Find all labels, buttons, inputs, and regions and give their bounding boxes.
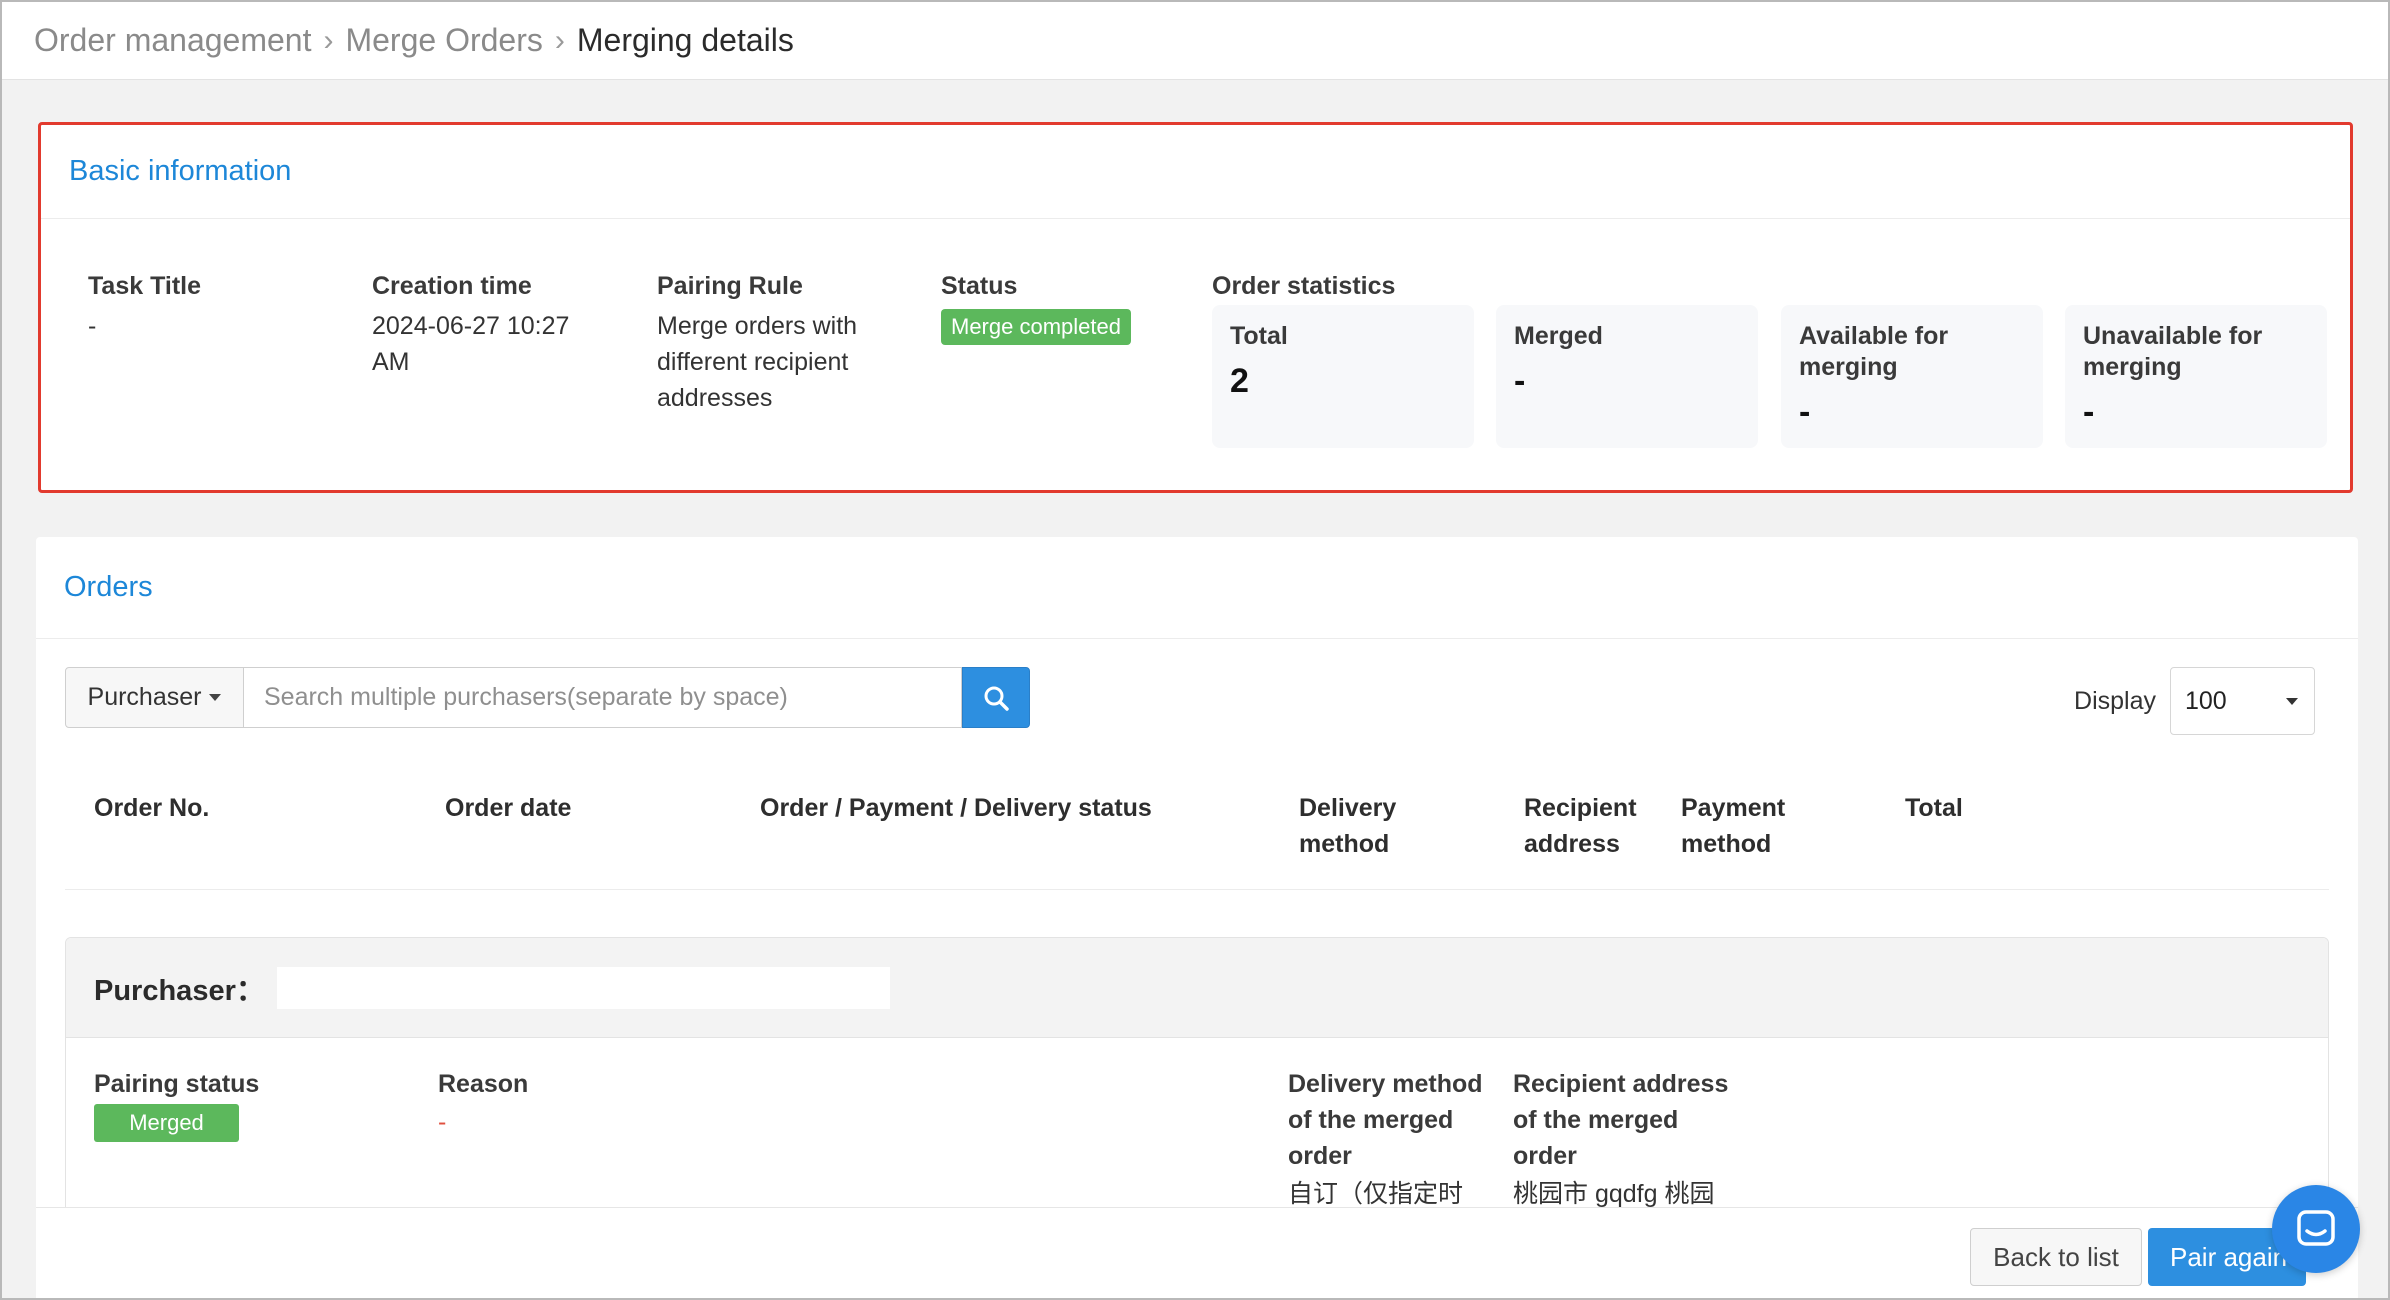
creation-time-value: 2024-06-27 10:27 AM: [372, 312, 570, 376]
pairing-status-field: Pairing status Merged: [94, 1066, 344, 1142]
stat-merged-value: -: [1514, 362, 1526, 400]
col-total: Total: [1905, 794, 1963, 822]
caret-down-icon: [2286, 698, 2298, 705]
stat-unavailable: Unavailable for merging -: [2065, 305, 2327, 448]
col-recipient-address: Recipient address: [1524, 794, 1637, 858]
back-to-list-button[interactable]: Back to list: [1970, 1228, 2142, 1286]
stat-total-label: Total: [1230, 322, 1288, 350]
merged-delivery-method-label: Delivery method of the merged order: [1288, 1070, 1483, 1170]
app-frame: Order management › Merge Orders › Mergin…: [0, 0, 2390, 1300]
purchaser-label: Purchaser：: [94, 974, 265, 1007]
breadcrumb-separator-icon: ›: [323, 23, 334, 57]
creation-time-label: Creation time: [372, 272, 532, 300]
basic-information-card: Basic information Task Title - Creation …: [38, 122, 2353, 493]
footer-action-bar: Back to list Pair again: [36, 1207, 2358, 1298]
stat-available-value: -: [1799, 393, 1811, 431]
chat-icon: [2297, 1210, 2335, 1246]
page-size-select[interactable]: 100: [2170, 667, 2315, 735]
pairing-status-badge: Merged: [94, 1104, 239, 1142]
stat-available-label: Available for merging: [1799, 322, 1949, 381]
caret-down-icon: [209, 694, 222, 701]
breadcrumb-merge-orders[interactable]: Merge Orders: [345, 22, 542, 59]
reason-value: -: [438, 1108, 447, 1136]
orders-table-header: Order No. Order date Order / Payment / D…: [65, 762, 2329, 890]
page-size-value: 100: [2185, 686, 2227, 715]
reason-label: Reason: [438, 1070, 529, 1098]
search-icon: [984, 686, 1009, 711]
basic-information-title: Basic information: [41, 125, 2350, 219]
task-title-label: Task Title: [88, 272, 202, 300]
task-title-value: -: [88, 312, 97, 340]
breadcrumb: Order management › Merge Orders › Mergin…: [2, 2, 2388, 80]
orders-card: Orders Purchaser Display 100 Order No: [36, 537, 2358, 1298]
stat-merged: Merged -: [1496, 305, 1758, 448]
purchaser-filter-label: Purchaser: [87, 683, 202, 711]
status-field: Status Merge completed: [941, 268, 1181, 345]
orders-title: Orders: [36, 537, 2358, 639]
creation-time-field: Creation time 2024-06-27 10:27 AM: [372, 268, 602, 380]
stat-merged-label: Merged: [1514, 322, 1603, 350]
order-statistics-field: Order statistics: [1212, 268, 1512, 308]
pairing-rule-field: Pairing Rule Merge orders with different…: [657, 268, 897, 416]
breadcrumb-order-management[interactable]: Order management: [34, 22, 311, 59]
merged-recipient-address-label: Recipient address of the merged order: [1513, 1070, 1729, 1170]
pairing-rule-label: Pairing Rule: [657, 272, 803, 300]
stat-unavailable-label: Unavailable for merging: [2083, 322, 2263, 381]
pairing-status-label: Pairing status: [94, 1070, 260, 1098]
search-button[interactable]: [962, 667, 1030, 728]
purchaser-filter-dropdown[interactable]: Purchaser: [65, 667, 244, 728]
chat-launcher-button[interactable]: [2272, 1185, 2360, 1273]
stat-total: Total 2: [1212, 305, 1474, 448]
reason-field: Reason -: [438, 1066, 738, 1140]
search-bar: Purchaser: [65, 667, 1030, 728]
pairing-rule-value: Merge orders with different recipient ad…: [657, 312, 858, 412]
status-label: Status: [941, 272, 1018, 300]
breadcrumb-merging-details: Merging details: [576, 22, 794, 58]
col-order-date: Order date: [445, 794, 572, 822]
col-order-no: Order No.: [94, 794, 210, 822]
merged-recipient-address-field: Recipient address of the merged order 桃园…: [1513, 1066, 1733, 1212]
col-payment-method: Payment method: [1681, 794, 1786, 858]
search-input[interactable]: [244, 667, 962, 728]
col-status: Order / Payment / Delivery status: [760, 794, 1152, 822]
status-badge: Merge completed: [941, 309, 1131, 345]
stat-available: Available for merging -: [1781, 305, 2043, 448]
col-delivery-method: Delivery method: [1299, 794, 1397, 858]
stat-unavailable-value: -: [2083, 393, 2095, 431]
task-title-field: Task Title -: [88, 268, 328, 344]
display-label: Display: [2074, 686, 2156, 715]
purchaser-name: [276, 966, 890, 1009]
order-statistics-label: Order statistics: [1212, 272, 1396, 300]
stat-total-value: 2: [1230, 362, 1249, 400]
breadcrumb-separator-icon: ›: [554, 23, 565, 57]
purchaser-group-header: Purchaser：: [66, 938, 2328, 1038]
display-control: Display 100: [2074, 667, 2315, 735]
